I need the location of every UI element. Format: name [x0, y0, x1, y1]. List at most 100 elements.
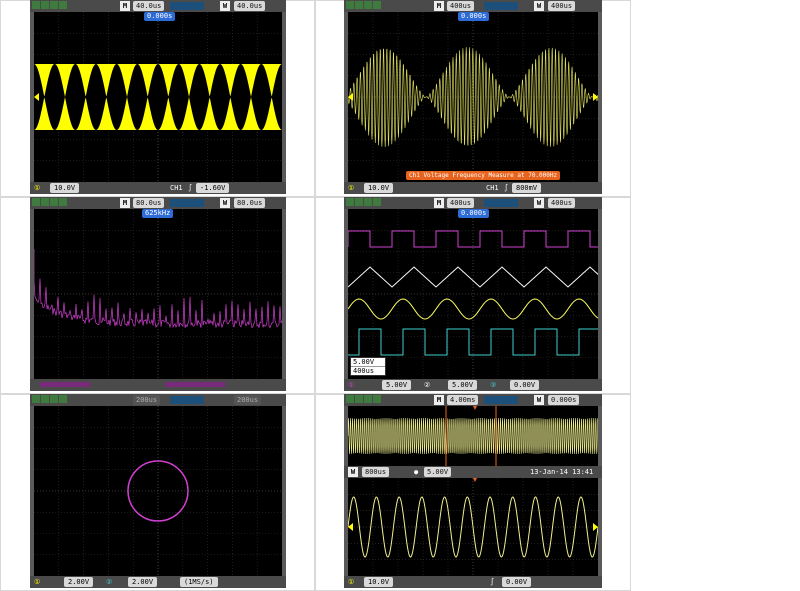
main-timebase[interactable]: 400us	[447, 198, 475, 208]
m-label: M	[434, 395, 444, 405]
ch2-scale[interactable]: 2.00V	[128, 577, 158, 587]
trigger-position-marker: 0.000s	[144, 12, 176, 21]
ch3-icon: ③	[490, 381, 497, 389]
status-icons	[32, 198, 76, 208]
zoom-timebase[interactable]: 800us	[362, 467, 390, 477]
m-label: M	[434, 198, 444, 208]
ch1-scale[interactable]: 2.00V	[64, 577, 94, 587]
top-status-bar: M 80.0us W 80.0us	[30, 197, 286, 209]
ch1-icon: ①	[348, 184, 355, 192]
waveform-indicator-icon	[170, 2, 204, 10]
top-status-bar: M 4.00ms W 0.000s	[344, 394, 602, 406]
trigger-level[interactable]: 0.00V	[502, 577, 532, 587]
trigger-level[interactable]: 0.00V	[510, 380, 540, 390]
waveform-indicator-icon	[170, 396, 204, 404]
bottom-status-bar: ① 10.0V CH1 ∫ -1.60V	[30, 182, 286, 194]
top-status-bar: M 40.0us W 40.0us	[30, 0, 286, 12]
window-timebase[interactable]: 400us	[548, 198, 576, 208]
window-timebase[interactable]: 80.0us	[234, 198, 266, 208]
popup-volts: 5.00V	[353, 358, 375, 366]
ch1-icon: ①	[34, 578, 41, 586]
popup-time: 400us	[351, 366, 385, 375]
top-status-bar: 200us 200us	[30, 394, 286, 406]
spectrum-svg	[34, 209, 282, 379]
m-label: M	[120, 198, 130, 208]
window-timebase[interactable]: 200us	[234, 395, 262, 405]
status-icons	[346, 1, 390, 11]
top-status-bar: M 400us W 400us	[344, 197, 602, 209]
spectrum-screen: 625kHz	[34, 209, 282, 379]
dot-icon: ●	[414, 468, 419, 476]
trigger-marker	[473, 406, 477, 410]
w-label: W	[220, 198, 230, 208]
trigger-position-marker: 0.000s	[458, 209, 490, 218]
status-icons	[32, 395, 76, 405]
trigger-position-marker: 0.000s	[458, 12, 490, 21]
overview-svg	[348, 406, 598, 466]
bottom-status-bar: ① 2.00V ② 2.00V (1MS/s)	[30, 576, 286, 588]
multichannel-svg	[348, 209, 598, 379]
ch2-scale[interactable]: 5.00V	[448, 380, 478, 390]
trigger-level[interactable]: -1.60V	[196, 183, 230, 193]
zoom-position[interactable]: 5.00V	[424, 467, 452, 477]
trigger-edge-icon: ∫	[188, 184, 193, 192]
zoom-w-label: W	[348, 467, 358, 477]
m-label: M	[120, 1, 130, 11]
zoom-trigger-marker	[473, 478, 477, 482]
ch2-icon: ②	[424, 381, 431, 389]
scope-panel-6: M 4.00ms W 0.000s W 800us ● 5.00V 13-Jan…	[344, 394, 602, 588]
overview-waveform	[348, 417, 598, 455]
zoom-svg	[348, 478, 598, 576]
top-status-bar: M 400us W 400us	[344, 0, 602, 12]
main-timebase[interactable]: 40.0us	[133, 1, 165, 11]
w-label: W	[534, 198, 544, 208]
main-timebase[interactable]: 200us	[133, 395, 161, 405]
waveform-svg	[348, 12, 598, 182]
ch1-scale[interactable]: 10.0V	[364, 577, 394, 587]
ch2-icon: ②	[106, 578, 113, 586]
waveform-indicator-icon	[170, 199, 204, 207]
math-indicator-2	[165, 382, 225, 387]
ch1-scale[interactable]: 10.0V	[364, 183, 394, 193]
ch1-icon: ①	[348, 578, 355, 586]
waveform-svg	[34, 12, 282, 182]
bottom-status-bar: ① 5.00V ② 5.00V ③ 0.00V	[344, 379, 602, 391]
status-icons	[346, 395, 390, 405]
bottom-status-bar: ① 10.0V CH1 ∫ 800mV	[344, 182, 602, 194]
ch1-icon: ①	[34, 184, 41, 192]
sample-rate: (1MS/s)	[180, 577, 218, 587]
scope-panel-4: M 400us W 400us 0.000s 5.00V 400us ① 5.0…	[344, 197, 602, 391]
am-waveform	[348, 47, 598, 147]
xy-svg	[34, 406, 282, 576]
scope-panel-2: M 400us W 400us 0.000s Ch1 Voltage Frequ…	[344, 0, 602, 194]
window-timebase[interactable]: 40.0us	[234, 1, 266, 11]
window-timebase[interactable]: 400us	[548, 1, 576, 11]
scope-panel-3: M 80.0us W 80.0us 625kHz	[30, 197, 286, 391]
waveform-indicator-icon	[484, 396, 518, 404]
waveform-screen: 0.000s Ch1 Voltage Frequency Measure at …	[348, 12, 598, 182]
waveform-screen: 0.000s 5.00V 400us	[348, 209, 598, 379]
window-timebase[interactable]: 0.000s	[548, 395, 580, 405]
w-label: W	[220, 1, 230, 11]
trigger-edge-icon: ∫	[490, 578, 495, 586]
overview-screen	[348, 406, 598, 466]
bottom-status-bar: ① 10.0V ∫ 0.00V	[344, 576, 602, 588]
status-icons	[32, 1, 76, 11]
main-timebase[interactable]: 400us	[447, 1, 475, 11]
trigger-level[interactable]: 800mV	[512, 183, 542, 193]
trigger-source: CH1	[486, 184, 499, 192]
main-timebase[interactable]: 4.00ms	[447, 395, 479, 405]
waveform-indicator-icon	[484, 199, 518, 207]
ch1-scale[interactable]: 5.00V	[382, 380, 412, 390]
w-label: W	[534, 395, 544, 405]
bottom-status-bar	[30, 379, 286, 391]
measurement-banner: Ch1 Voltage Frequency Measure at 70.000H…	[406, 171, 561, 180]
ch1-scale[interactable]: 10.0V	[50, 183, 80, 193]
scope-panel-1: M 40.0us W 40.0us 0.000s ① 10.0V CH1 ∫ -…	[30, 0, 286, 194]
xy-screen	[34, 406, 282, 576]
zoom-screen	[348, 478, 598, 576]
ch1-icon: ①	[348, 381, 355, 389]
zoom-status-bar: W 800us ● 5.00V 13-Jan-14 13:41	[344, 466, 602, 478]
main-timebase[interactable]: 80.0us	[133, 198, 165, 208]
m-label: M	[434, 1, 444, 11]
